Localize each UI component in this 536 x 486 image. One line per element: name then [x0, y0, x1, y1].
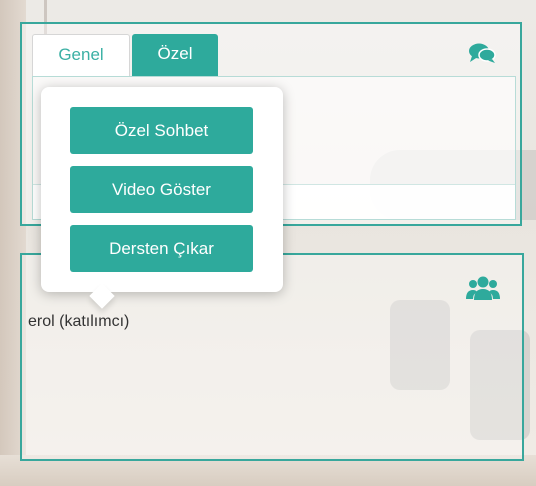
tab-genel[interactable]: Genel — [32, 34, 130, 76]
show-video-button[interactable]: Video Göster — [70, 166, 253, 213]
users-group-icon — [466, 276, 500, 300]
remove-from-lesson-button[interactable]: Dersten Çıkar — [70, 225, 253, 272]
participant-name[interactable]: erol (katılımcı) — [28, 313, 129, 331]
private-chat-button[interactable]: Özel Sohbet — [70, 107, 253, 154]
participant-action-popover: Özel Sohbet Video Göster Dersten Çıkar — [41, 87, 283, 309]
tab-ozel[interactable]: Özel — [132, 34, 218, 76]
chat-bubbles-icon — [469, 43, 496, 63]
